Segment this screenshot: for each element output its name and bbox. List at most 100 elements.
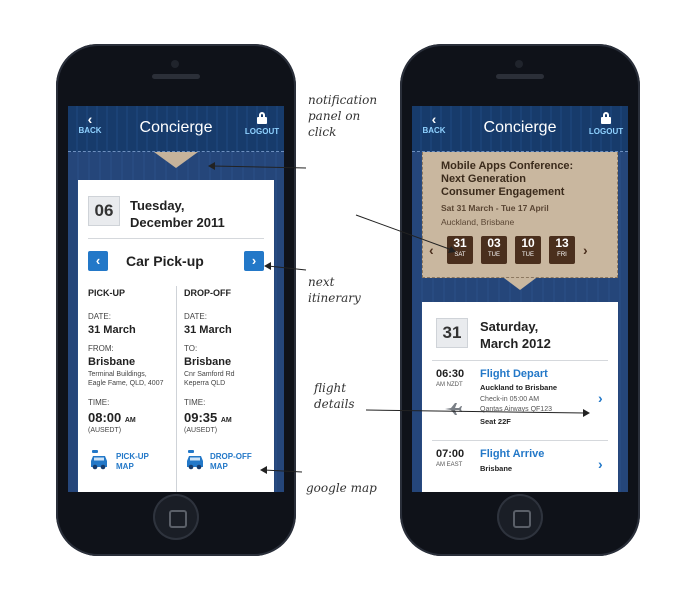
flight-title: Flight Arrive xyxy=(480,448,545,460)
flight-timezone: AM EAST xyxy=(436,462,463,468)
back-label: BACK xyxy=(422,126,446,135)
pickup-map-link[interactable]: PICK-UP MAP xyxy=(88,448,168,474)
event-title-2: Next Generation xyxy=(441,173,526,185)
date-label: Saturday, March 2012 xyxy=(480,318,551,352)
dropoff-address-2: Keperra QLD xyxy=(184,380,226,387)
prev-itinerary-button[interactable]: ‹ xyxy=(88,251,108,271)
flight-timezone: AM NZDT xyxy=(436,382,463,388)
dropoff-time-label: TIME: xyxy=(184,398,206,407)
lock-icon xyxy=(257,112,267,124)
day-chip[interactable]: 10 TUE xyxy=(515,236,541,264)
dropoff-map-label: DROP-OFF MAP xyxy=(210,452,252,472)
flight-carrier: Qantas Airways QF123 xyxy=(480,406,552,413)
event-dates: Sat 31 March - Tue 17 April xyxy=(441,203,549,213)
pickup-date-label: DATE: xyxy=(88,312,111,321)
camera xyxy=(515,60,523,68)
app-title: Concierge xyxy=(483,119,557,136)
chevron-right-icon[interactable]: › xyxy=(598,390,603,406)
divider xyxy=(88,238,264,239)
event-location: Auckland, Brisbane xyxy=(441,217,515,227)
camera xyxy=(171,60,179,68)
date-line-1: Saturday, xyxy=(480,319,539,334)
dropoff-timezone: (AUSEDT) xyxy=(184,427,218,434)
chevron-right-icon: › xyxy=(251,253,257,268)
date-label: Tuesday, December 2011 xyxy=(130,197,225,231)
flight-item[interactable]: 07:00 AM EAST Flight Arrive Brisbane › xyxy=(422,440,618,492)
phone-right: ‹ BACK Concierge LOGOUT Mobile Apps Conf… xyxy=(400,44,640,556)
day-number: 10 xyxy=(521,236,535,250)
pickup-time-value: 08:00 xyxy=(88,410,122,425)
dropoff-ampm: AM xyxy=(220,417,232,424)
pickup-ampm: AM xyxy=(124,417,136,424)
dropoff-map-line-1: DROP-OFF xyxy=(210,452,252,461)
dropoff-date-label: DATE: xyxy=(184,312,207,321)
pickup-time: 08:00 AM xyxy=(88,410,136,425)
chevron-left-icon[interactable]: ‹ xyxy=(429,242,434,258)
dropoff-date: 31 March xyxy=(184,324,232,336)
day-chip[interactable]: 13 FRI xyxy=(549,236,575,264)
annotation-line: click xyxy=(308,125,337,139)
event-title-3: Consumer Engagement xyxy=(441,186,565,198)
dropoff-city: Brisbane xyxy=(184,356,232,368)
day-of-week: SAT xyxy=(454,252,466,258)
dropoff-heading: DROP-OFF xyxy=(184,288,231,298)
day-number: 13 xyxy=(555,236,569,250)
annotation-line: notification xyxy=(308,93,378,107)
notification-panel-tab[interactable] xyxy=(504,278,536,290)
flight-checkin: Check-in 05:00 AM xyxy=(480,396,540,403)
chevron-right-icon[interactable]: › xyxy=(598,456,603,472)
annotation-line: itinerary xyxy=(308,291,361,305)
itinerary-card: 31 Saturday, March 2012 06:30 AM NZDT Fl… xyxy=(422,302,618,492)
annotation-next-itinerary: next itinerary xyxy=(308,274,361,306)
day-of-week: TUE xyxy=(488,252,500,258)
section-title: Car Pick-up xyxy=(126,253,204,269)
dropoff-map-line-2: MAP xyxy=(210,462,228,471)
flight-time: 07:00 xyxy=(436,448,465,460)
phone-left: ‹ BACK Concierge LOGOUT 06 Tuesday, Dece… xyxy=(56,44,296,556)
pickup-map-label: PICK-UP MAP xyxy=(116,452,149,472)
next-itinerary-button[interactable]: › xyxy=(244,251,264,271)
logout-label: LOGOUT xyxy=(588,127,624,136)
pickup-time-label: TIME: xyxy=(88,398,110,407)
dropoff-time-value: 09:35 xyxy=(184,410,218,425)
logout-button[interactable]: LOGOUT xyxy=(588,112,624,136)
annotation-flight-details: flight details xyxy=(314,380,355,412)
speaker xyxy=(152,74,200,79)
pickup-address-2: Eagle Fame, QLD, 4007 xyxy=(88,380,164,387)
dropoff-map-link[interactable]: DROP-OFF MAP xyxy=(184,448,268,474)
back-button[interactable]: ‹ BACK xyxy=(416,112,452,135)
day-number: 03 xyxy=(487,236,501,250)
pickup-timezone: (AUSEDT) xyxy=(88,427,122,434)
dropoff-to-label: TO: xyxy=(184,344,198,353)
column-divider xyxy=(176,286,177,492)
date-number: 06 xyxy=(88,196,120,226)
pickup-heading: PICK-UP xyxy=(88,288,126,298)
pickup-date: 31 March xyxy=(88,324,136,336)
back-label: BACK xyxy=(78,126,102,135)
pickup-from-label: FROM: xyxy=(88,344,114,353)
notification-pull-tab[interactable] xyxy=(154,152,198,168)
day-chip[interactable]: 31 SAT xyxy=(447,236,473,264)
back-button[interactable]: ‹ BACK xyxy=(72,112,108,135)
screen-right: ‹ BACK Concierge LOGOUT Mobile Apps Conf… xyxy=(412,106,628,492)
annotation-line: panel on xyxy=(308,109,361,123)
flight-title: Flight Depart xyxy=(480,368,548,380)
app-title: Concierge xyxy=(139,119,213,136)
pickup-map-line-2: MAP xyxy=(116,462,134,471)
speaker xyxy=(496,74,544,79)
home-button[interactable] xyxy=(153,494,199,540)
date-line-2: March 2012 xyxy=(480,336,551,351)
chevron-right-icon[interactable]: › xyxy=(583,242,588,258)
logout-button[interactable]: LOGOUT xyxy=(244,112,280,136)
day-chip[interactable]: 03 TUE xyxy=(481,236,507,264)
date-number: 31 xyxy=(436,318,468,348)
dropoff-address-1: Cnr Samford Rd xyxy=(184,371,235,378)
pickup-map-line-1: PICK-UP xyxy=(116,452,149,461)
notification-panel[interactable]: Mobile Apps Conference: Next Generation … xyxy=(422,152,618,278)
flight-route: Brisbane xyxy=(480,464,513,473)
annotation-line: details xyxy=(314,397,355,411)
home-button[interactable] xyxy=(497,494,543,540)
flight-item[interactable]: 06:30 AM NZDT Flight Depart Auckland to … xyxy=(422,360,618,438)
annotation-notification: notification panel on click xyxy=(308,92,377,140)
pickup-city: Brisbane xyxy=(88,356,136,368)
